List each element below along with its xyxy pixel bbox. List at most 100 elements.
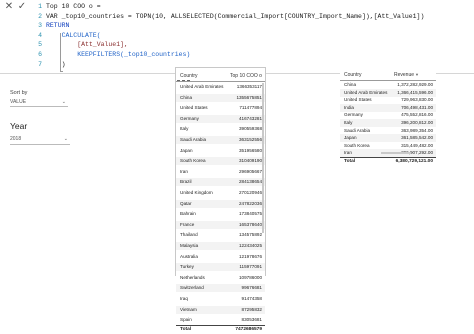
chevron-down-icon[interactable]: ⌄ xyxy=(64,135,68,144)
line-number: 6 xyxy=(38,50,42,58)
scrollbar[interactable] xyxy=(381,152,411,154)
cell-country: United Arab Emirates xyxy=(180,84,224,89)
scrollbar[interactable] xyxy=(262,83,264,233)
table-row[interactable]: United Kingdom 270120946 xyxy=(176,189,265,197)
column-header-country[interactable]: Country xyxy=(180,73,198,79)
cell-value: 270120946 xyxy=(239,190,262,195)
cell-value: 1355675851 xyxy=(236,94,262,100)
total-value: 7472686579 xyxy=(235,327,262,332)
cell-value: 115977091 xyxy=(239,264,262,270)
table-row[interactable]: Switzerland 99676681 xyxy=(176,284,265,293)
bracket-guide xyxy=(60,33,63,72)
table-row[interactable]: Iraq 91474358 xyxy=(176,295,265,303)
table-row[interactable]: Bahrain 173840575 xyxy=(176,210,265,218)
close-icon[interactable]: ✕ xyxy=(4,2,14,12)
table-row[interactable]: Japan 351956580 xyxy=(176,147,265,155)
column-header-value[interactable]: Top 10 COO o xyxy=(230,73,262,79)
revenue-header-label: Revenue xyxy=(394,72,415,78)
cell-value: 284138654 xyxy=(239,179,262,185)
year-value: 2018 xyxy=(10,136,22,142)
code-line[interactable]: VAR _top10_countries = TOPN(10, ALLSELEC… xyxy=(46,12,466,22)
table-row[interactable]: Malaysia 122434025 xyxy=(176,242,265,250)
table-row[interactable]: United Arab Emirates 1366353117 xyxy=(176,83,265,91)
column-header-country[interactable]: Country xyxy=(344,72,362,78)
cell-value: 1366353117 xyxy=(236,84,262,89)
total-label: Total xyxy=(344,159,356,164)
code-line[interactable]: Top 10 COO o = xyxy=(46,2,466,12)
code-line[interactable]: KEEPFILTERS(_top10_countries) xyxy=(46,50,466,60)
cell-country: Italy xyxy=(180,126,189,132)
sort-by-dropdown[interactable]: VALUE ⌄ xyxy=(10,98,68,107)
cell-value: 83053681 xyxy=(241,317,262,323)
total-row: Total 6,380,729,121.00 xyxy=(340,157,436,166)
cell-country: Brazil xyxy=(180,179,192,185)
table-row[interactable]: Brazil 284138654 xyxy=(176,178,265,187)
cell-value: 121978676 xyxy=(239,253,262,259)
cell-value: 310409190 xyxy=(239,158,262,164)
table-row[interactable]: Qatar 247822036 xyxy=(176,199,265,208)
total-row: Total 7472686579 xyxy=(176,325,265,334)
cell-value: 134575892 xyxy=(239,232,262,238)
table-row[interactable]: Saudi Arabia 363152556 xyxy=(176,136,265,144)
line-number: 2 xyxy=(38,12,42,20)
sort-by-slicer: Sort by VALUE ⌄ xyxy=(10,90,70,110)
cell-country: France xyxy=(180,221,195,227)
year-dropdown[interactable]: 2018 ⌄ xyxy=(10,135,70,145)
table-row[interactable]: Australia 121978676 xyxy=(176,253,265,261)
line-number: 1 xyxy=(38,3,42,10)
column-header-revenue[interactable]: Revenue▼ xyxy=(394,72,419,78)
cell-value: 99676681 xyxy=(241,285,262,291)
sort-desc-icon: ▼ xyxy=(415,72,419,77)
year-slicer: Year 2018 ⌄ xyxy=(10,121,70,147)
table-header: Country Revenue▼ xyxy=(340,71,436,81)
line-number: 4 xyxy=(38,31,42,39)
cell-value: 296905667 xyxy=(239,168,262,174)
cell-value: 122434025 xyxy=(239,243,262,248)
table-row[interactable]: Spain 83053681 xyxy=(176,316,265,324)
cell-value: 91474358 xyxy=(241,296,262,301)
year-label: Year xyxy=(10,121,28,131)
table-header: Country Top 10 COO o xyxy=(176,72,265,82)
code-line[interactable]: CALCULATE( xyxy=(46,31,466,41)
cell-value: 416743281 xyxy=(239,115,262,121)
table-row[interactable]: Vietnam 87295832 xyxy=(176,305,265,314)
table-row[interactable]: Turkey 115977091 xyxy=(176,263,265,272)
cell-country: Malaysia xyxy=(180,243,199,248)
line-number: 5 xyxy=(38,41,42,49)
cell-value: 87295832 xyxy=(241,306,262,312)
line-number-gutter: 1 2 3 4 5 6 7 xyxy=(30,2,42,69)
cell-country: Thailand xyxy=(180,232,198,238)
table-row[interactable]: Iran 296905667 xyxy=(176,168,265,176)
table-row[interactable]: Thailand 134575892 xyxy=(176,231,265,239)
cell-country: Vietnam xyxy=(180,306,197,312)
cell-value: 390559368 xyxy=(239,126,262,132)
top10-table[interactable]: Country Top 10 COO o United Arab Emirate… xyxy=(175,67,266,332)
cell-country: Japan xyxy=(180,147,193,153)
chevron-down-icon[interactable]: ⌄ xyxy=(62,98,66,106)
table-row[interactable]: France 165378640 xyxy=(176,220,265,229)
cell-country: South Korea xyxy=(180,158,206,164)
table-row[interactable]: South Korea 310409190 xyxy=(176,157,265,166)
code-line[interactable]: [Att_Value1], xyxy=(46,40,466,50)
cell-value: 711477894 xyxy=(239,105,262,111)
check-icon[interactable]: ✓ xyxy=(17,2,27,12)
cell-value: 173840575 xyxy=(239,211,262,217)
dax-code-editor[interactable]: Top 10 COO o = VAR _top10_countries = TO… xyxy=(46,2,466,69)
cell-country: United States xyxy=(180,105,208,111)
cell-country: Spain xyxy=(180,317,192,323)
line-number: 3 xyxy=(38,22,42,30)
line-number: 7 xyxy=(38,60,42,68)
code-line[interactable]: RETURN xyxy=(46,21,466,31)
table-row[interactable]: United States 711477894 xyxy=(176,104,265,112)
cell-value: 351956580 xyxy=(239,147,262,153)
formula-bar: ✕ ✓ 1 2 3 4 5 6 7 Top 10 COO o = VAR _to… xyxy=(0,0,474,74)
table-row[interactable]: Germany 416743281 xyxy=(176,114,265,123)
cell-country: China xyxy=(180,94,193,100)
table-row[interactable]: China 1355675851 xyxy=(176,93,265,102)
cell-country: Germany xyxy=(180,115,199,121)
sort-by-value: VALUE xyxy=(10,99,27,105)
cell-country: Iraq xyxy=(180,296,188,301)
total-label: Total xyxy=(180,327,192,332)
table-row[interactable]: Italy 390559368 xyxy=(176,125,265,133)
cell-country: Bahrain xyxy=(180,211,196,217)
